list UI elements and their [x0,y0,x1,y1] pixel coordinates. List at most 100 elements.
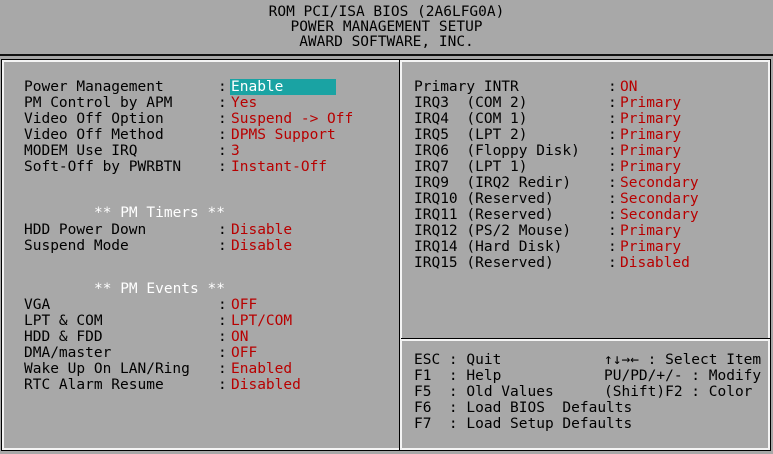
option-irq6[interactable]: IRQ6 (Floppy Disk) : Primary [414,143,681,159]
option-irq7[interactable]: IRQ7 (LPT 1) : Primary [414,159,681,175]
option-label: IRQ11 (Reserved) [414,207,554,223]
option-separator: : [608,175,617,191]
option-value[interactable]: Primary [620,95,681,111]
option-value[interactable]: Disable [231,238,292,254]
option-value[interactable]: Primary [620,159,681,175]
pm-events-title: ** PM Events ** [94,281,225,297]
option-value[interactable]: Primary [620,127,681,143]
pm-timers-title: ** PM Timers ** [94,205,225,221]
option-video-off-method[interactable]: Video Off Method : DPMS Support [24,127,336,143]
option-separator: : [608,143,617,159]
option-value[interactable]: Primary [620,223,681,239]
option-label: MODEM Use IRQ [24,143,138,159]
option-value[interactable]: Instant-Off [231,159,327,175]
option-separator: : [218,222,227,238]
option-label: IRQ9 (IRQ2 Redir) [414,175,572,191]
bios-title: ROM PCI/ISA BIOS (2A6LFG0A) [268,3,505,20]
bios-header: ROM PCI/ISA BIOS (2A6LFG0A) POWER MANAGE… [0,0,773,56]
option-label: LPT & COM [24,313,103,329]
option-value[interactable]: Yes [231,95,257,111]
option-separator: : [218,111,227,127]
option-separator: : [218,313,227,329]
option-value[interactable]: Enabled [231,361,292,377]
option-irq14[interactable]: IRQ14 (Hard Disk) : Primary [414,239,681,255]
option-label: IRQ7 (LPT 1) [414,159,528,175]
option-value[interactable]: Primary [620,111,681,127]
option-irq3[interactable]: IRQ3 (COM 2) : Primary [414,95,681,111]
option-separator: : [218,297,227,313]
option-label: DMA/master [24,345,112,361]
option-separator: : [608,79,617,95]
option-label: IRQ12 (PS/2 Mouse) [414,223,572,239]
option-value[interactable]: 3 [231,143,240,159]
option-lpt-com[interactable]: LPT & COM : LPT/COM [24,313,292,329]
option-label: Video Off Option [24,111,164,127]
option-value[interactable]: Disable [231,222,292,238]
option-label: IRQ4 (COM 1) [414,111,528,127]
option-irq4[interactable]: IRQ4 (COM 1) : Primary [414,111,681,127]
option-value[interactable]: Primary [620,239,681,255]
option-label: Soft-Off by PWRBTN [24,159,182,175]
option-separator: : [608,239,617,255]
option-modem-use-irq[interactable]: MODEM Use IRQ : 3 [24,143,240,159]
option-pm-control-by-apm[interactable]: PM Control by APM : Yes [24,95,257,111]
help-select-item: ↑↓→← : Select Item [604,352,762,368]
option-separator: : [218,143,227,159]
option-value[interactable]: ON [231,329,248,345]
option-value[interactable]: Disabled [620,255,690,271]
option-separator: : [218,361,227,377]
option-video-off-option[interactable]: Video Off Option : Suspend -> Off [24,111,353,127]
option-hdd-power-down[interactable]: HDD Power Down : Disable [24,222,292,238]
option-label: IRQ3 (COM 2) [414,95,528,111]
option-label: IRQ10 (Reserved) [414,191,554,207]
option-separator: : [608,255,617,271]
option-suspend-mode[interactable]: Suspend Mode : Disable [24,238,292,254]
option-separator: : [608,191,617,207]
option-value-selected[interactable]: Enable [230,79,336,95]
option-dma-master[interactable]: DMA/master : OFF [24,345,257,361]
option-separator: : [218,127,227,143]
vertical-divider [399,60,402,450]
option-soft-off-by-pwrbtn[interactable]: Soft-Off by PWRBTN : Instant-Off [24,159,327,175]
option-value[interactable]: Secondary [620,175,699,191]
option-label: Primary INTR [414,79,519,95]
option-hdd-fdd[interactable]: HDD & FDD : ON [24,329,248,345]
option-value[interactable]: DPMS Support [231,127,336,143]
horizontal-divider [401,338,770,341]
vendor-name: AWARD SOFTWARE, INC. [299,33,474,50]
option-separator: : [218,95,227,111]
option-rtc-alarm-resume[interactable]: RTC Alarm Resume : Disabled [24,377,301,393]
option-separator: : [608,111,617,127]
option-irq9[interactable]: IRQ9 (IRQ2 Redir) : Secondary [414,175,699,191]
option-label: Power Management [24,79,164,95]
help-f7-load-setup-defaults: F7 : Load Setup Defaults [414,416,633,432]
option-separator: : [608,223,617,239]
option-value[interactable]: Disabled [231,377,301,393]
option-irq5[interactable]: IRQ5 (LPT 2) : Primary [414,127,681,143]
option-irq15[interactable]: IRQ15 (Reserved) : Disabled [414,255,690,271]
option-wake-up-on-lan-ring[interactable]: Wake Up On LAN/Ring : Enabled [24,361,292,377]
help-f1-help: F1 : Help [414,368,502,384]
option-separator: : [608,207,617,223]
option-label: IRQ14 (Hard Disk) [414,239,563,255]
option-separator: : [608,95,617,111]
option-value[interactable]: OFF [231,297,257,313]
option-label: VGA [24,297,51,313]
option-separator: : [218,345,227,361]
option-label: RTC Alarm Resume [24,377,164,393]
option-irq12[interactable]: IRQ12 (PS/2 Mouse) : Primary [414,223,681,239]
option-value[interactable]: Suspend -> Off [231,111,353,127]
help-f5-old-values: F5 : Old Values [414,384,554,400]
help-esc-quit: ESC : Quit [414,352,502,368]
option-value[interactable]: Primary [620,143,681,159]
option-value[interactable]: Secondary [620,207,699,223]
option-irq11[interactable]: IRQ11 (Reserved) : Secondary [414,207,699,223]
option-value[interactable]: Secondary [620,191,699,207]
option-value[interactable]: OFF [231,345,257,361]
option-vga[interactable]: VGA : OFF [24,297,257,313]
option-primary-intr[interactable]: Primary INTR : ON [414,79,637,95]
option-power-management[interactable]: Power Management : Enable [24,79,336,95]
option-irq10[interactable]: IRQ10 (Reserved) : Secondary [414,191,699,207]
option-value[interactable]: ON [620,79,637,95]
option-value[interactable]: LPT/COM [231,313,292,329]
